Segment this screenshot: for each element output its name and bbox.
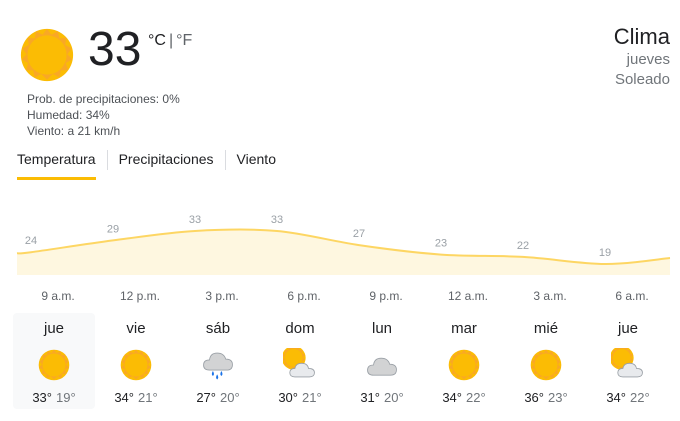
temperature-value-label: 27 bbox=[353, 228, 365, 240]
location-info: Clima jueves Soleado bbox=[614, 24, 670, 90]
forecast-low-temp: 23° bbox=[548, 390, 568, 405]
forecast-high-temp: 31° bbox=[360, 390, 380, 405]
tab-divider bbox=[224, 150, 226, 170]
forecast-day-temps: 36° 23° bbox=[505, 390, 587, 405]
temperature-chart: 24 9 a.m. 29 12 p.m. 33 3 p.m. 33 6 p.m. 27 9 p.m… bbox=[0, 195, 680, 305]
forecast-day-0[interactable]: jue 33° 19° bbox=[13, 313, 95, 409]
wind-text: Viento: a 21 km/h bbox=[27, 124, 121, 138]
forecast-day-temps: 34° 22° bbox=[423, 390, 505, 405]
day-label: jueves bbox=[626, 51, 670, 68]
forecast-day-name: mar bbox=[451, 320, 477, 337]
forecast-day-3[interactable]: dom 30° 21° bbox=[259, 313, 341, 409]
tab-divider bbox=[106, 150, 108, 170]
time-axis-label: 3 a.m. bbox=[533, 289, 566, 303]
tab-temperature[interactable]: Temperatura bbox=[17, 150, 96, 180]
forecast-day-name: sáb bbox=[205, 320, 231, 337]
forecast-day-temps: 31° 20° bbox=[341, 390, 423, 405]
forecast-day-temps: 30° 21° bbox=[259, 390, 341, 405]
forecast-day-name: lun bbox=[371, 320, 393, 337]
time-axis-label: 12 a.m. bbox=[448, 289, 488, 303]
sun-icon bbox=[18, 26, 76, 84]
precipitation-text: Prob. de precipitaciones: 0% bbox=[27, 92, 180, 106]
forecast-day-temps: 33° 19° bbox=[13, 390, 95, 405]
forecast-day-temps: 34° 21° bbox=[95, 390, 177, 405]
forecast-low-temp: 20° bbox=[220, 390, 240, 405]
forecast-day-name: vie bbox=[126, 320, 146, 337]
forecast-low-temp: 21° bbox=[138, 390, 158, 405]
forecast-day-5[interactable]: mar 34° 22° bbox=[423, 313, 505, 409]
forecast-day-name: jue bbox=[617, 320, 639, 337]
tab-precipitation[interactable]: Precipitaciones bbox=[119, 150, 214, 180]
forecast-day-name: jue bbox=[43, 320, 65, 337]
unit-separator: | bbox=[168, 32, 174, 49]
temperature-value-label: 24 bbox=[25, 235, 37, 247]
time-axis-label: 6 p.m. bbox=[287, 289, 320, 303]
sun-icon bbox=[37, 348, 71, 382]
weather-details: Prob. de precipitaciones: 0% Humedad: 34… bbox=[27, 91, 180, 139]
celsius-unit-button[interactable]: °C bbox=[148, 32, 166, 50]
time-axis-label: 3 p.m. bbox=[205, 289, 238, 303]
forecast-high-temp: 36° bbox=[524, 390, 544, 405]
forecast-day-temps: 34° 22° bbox=[587, 390, 669, 405]
tab-wind[interactable]: Viento bbox=[237, 150, 276, 180]
time-axis-label: 6 a.m. bbox=[615, 289, 648, 303]
temperature-value-label: 33 bbox=[271, 214, 283, 226]
forecast-day-1[interactable]: vie 34° 21° bbox=[95, 313, 177, 409]
forecast-day-name: dom bbox=[285, 320, 315, 337]
sun-icon bbox=[529, 348, 563, 382]
time-axis-label: 12 p.m. bbox=[120, 289, 160, 303]
temperature-area bbox=[17, 229, 670, 275]
humidity-text: Humedad: 34% bbox=[27, 108, 110, 122]
forecast-day-temps: 27° 20° bbox=[177, 390, 259, 405]
forecast-high-temp: 34° bbox=[606, 390, 626, 405]
partly-cloudy-icon bbox=[283, 348, 317, 382]
forecast-high-temp: 34° bbox=[114, 390, 134, 405]
temperature-value-label: 33 bbox=[189, 214, 201, 226]
condition-label: Soleado bbox=[614, 71, 670, 88]
current-weather-panel: 33 °C | °F Prob. de precipitaciones: 0% … bbox=[0, 0, 680, 145]
cloud-icon bbox=[365, 348, 399, 382]
forecast-day-name: mié bbox=[533, 320, 559, 337]
temperature-value-label: 23 bbox=[435, 238, 447, 250]
forecast-low-temp: 22° bbox=[466, 390, 486, 405]
weather-title: Clima bbox=[613, 24, 670, 49]
temperature-chart-svg: 24 9 a.m. 29 12 p.m. 33 3 p.m. 33 6 p.m. 27 9 p.m… bbox=[16, 214, 671, 303]
forecast-high-temp: 33° bbox=[32, 390, 52, 405]
temperature-value-label: 22 bbox=[517, 240, 529, 252]
forecast-day-7[interactable]: jue 34° 22° bbox=[587, 313, 669, 409]
forecast-day-4[interactable]: lun 31° 20° bbox=[341, 313, 423, 409]
forecast-high-temp: 27° bbox=[196, 390, 216, 405]
temperature-value-label: 19 bbox=[599, 247, 611, 259]
time-axis-label: 9 a.m. bbox=[41, 289, 74, 303]
forecast-high-temp: 30° bbox=[278, 390, 298, 405]
forecast-low-temp: 20° bbox=[384, 390, 404, 405]
forecast-day-6[interactable]: mié 36° 23° bbox=[505, 313, 587, 409]
weather-tabs: Temperatura Precipitaciones Viento bbox=[17, 150, 276, 180]
forecast-high-temp: 34° bbox=[442, 390, 462, 405]
forecast-low-temp: 21° bbox=[302, 390, 322, 405]
rain-cloud-icon bbox=[201, 348, 235, 382]
unit-switcher: °C | °F bbox=[148, 32, 192, 50]
sun-icon bbox=[447, 348, 481, 382]
temperature-value-label: 29 bbox=[107, 223, 119, 235]
forecast-low-temp: 19° bbox=[56, 390, 76, 405]
forecast-day-2[interactable]: sáb 27° 20° bbox=[177, 313, 259, 409]
partly-cloudy-icon bbox=[611, 348, 645, 382]
time-axis-label: 9 p.m. bbox=[369, 289, 402, 303]
current-temperature: 33 bbox=[88, 23, 142, 76]
sun-icon bbox=[119, 348, 153, 382]
fahrenheit-unit-button[interactable]: °F bbox=[176, 32, 192, 50]
forecast-low-temp: 22° bbox=[630, 390, 650, 405]
daily-forecast: jue 33° 19° vie 34° 21° sáb 27° 20° dom 30° 21° lun 3… bbox=[13, 313, 673, 409]
